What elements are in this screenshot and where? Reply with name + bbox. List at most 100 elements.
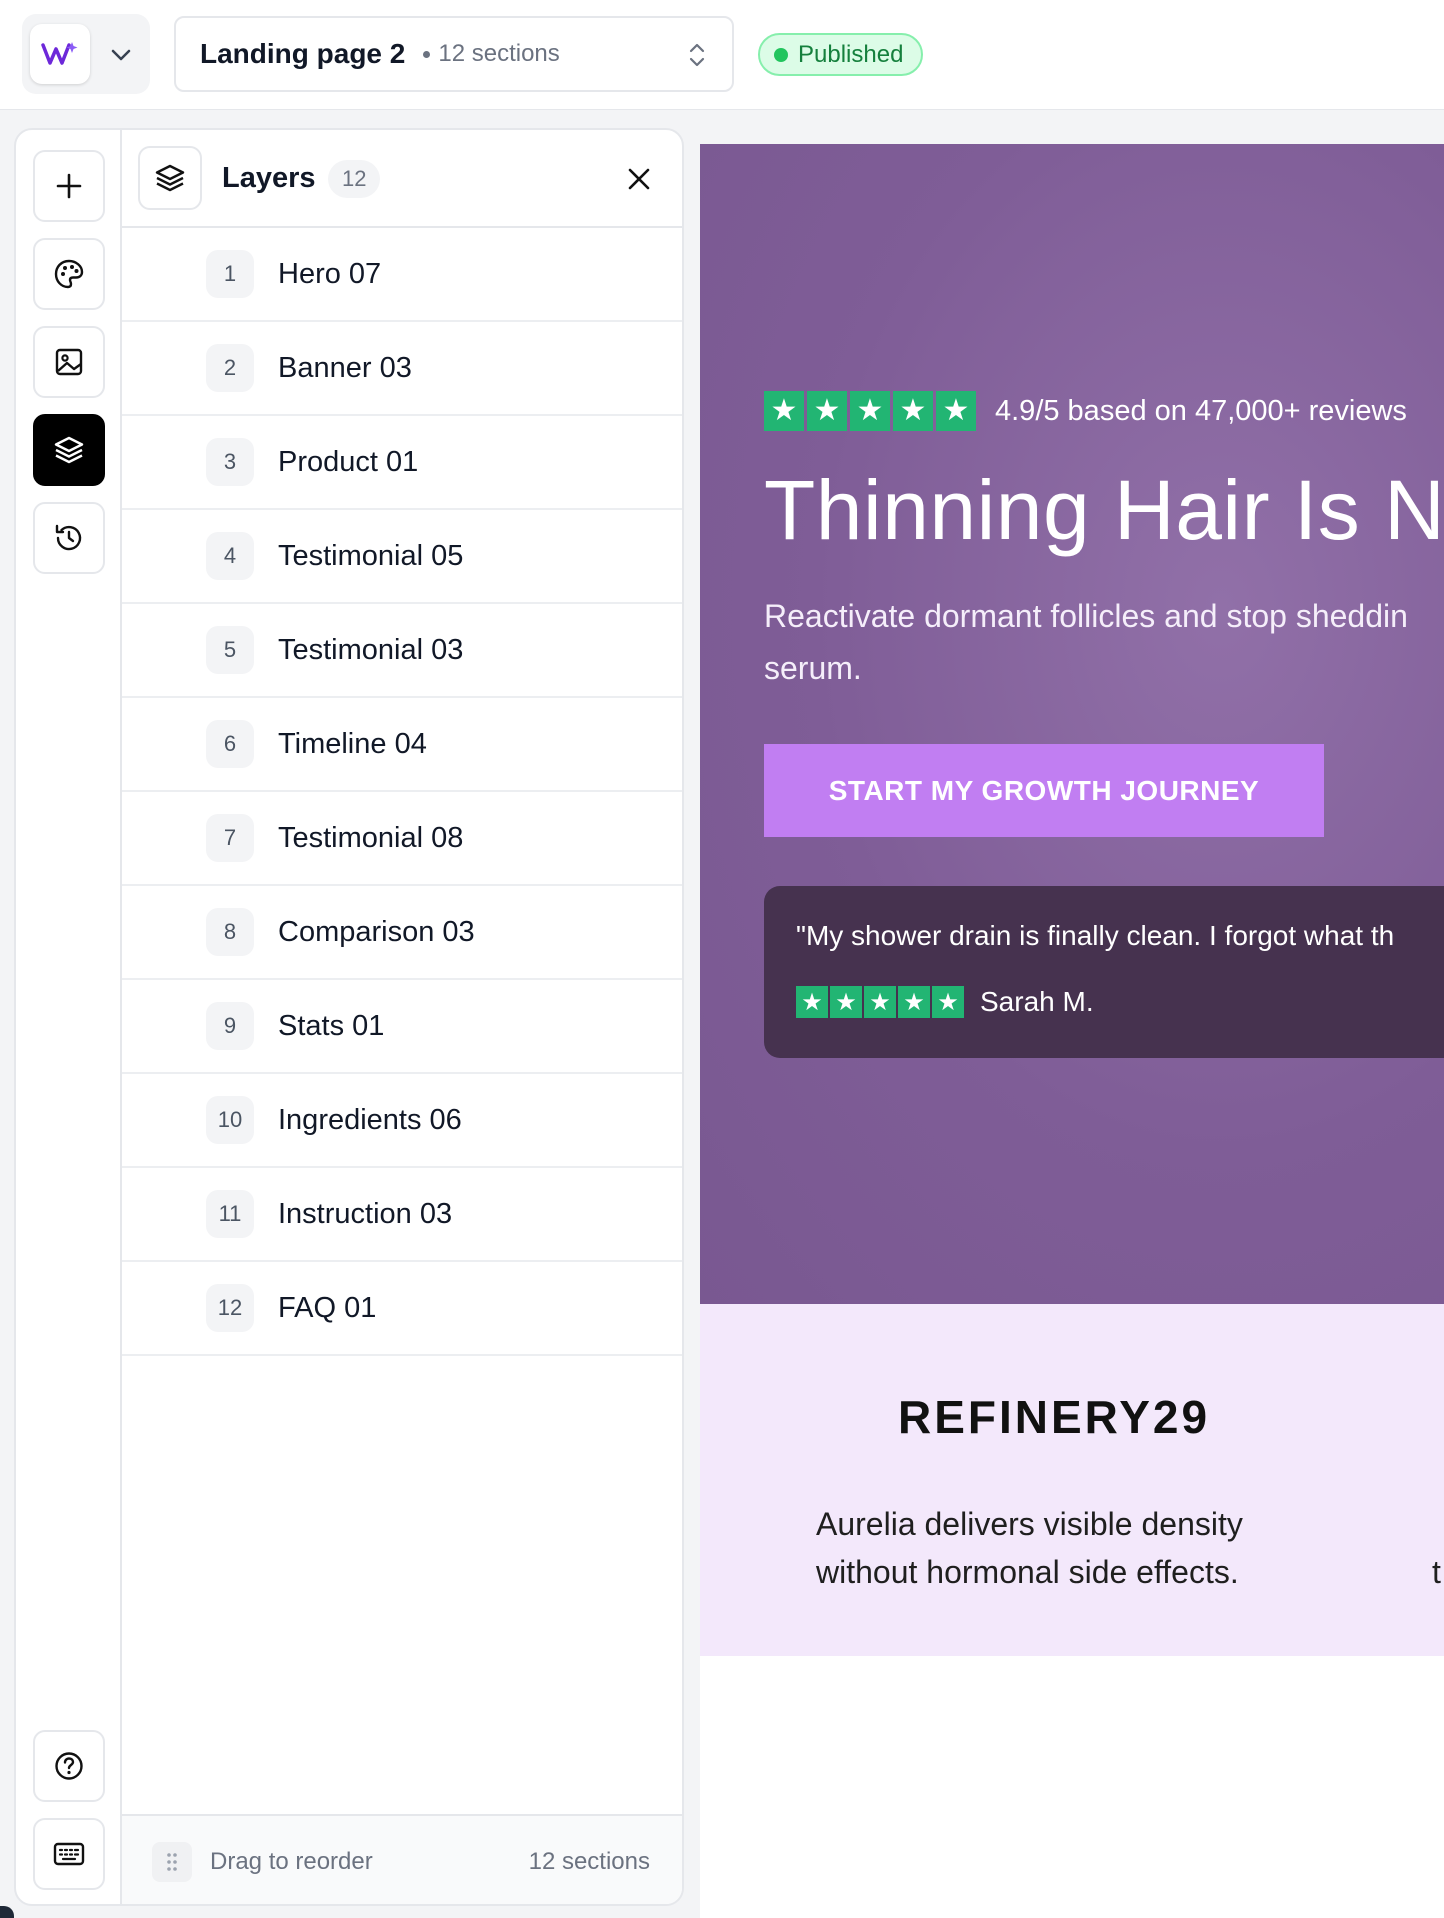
layers-header: Layers 12: [122, 130, 682, 228]
press-quote-line: without hormonal side effects.: [816, 1554, 1239, 1590]
hero-headline: Thinning Hair Is Ne: [764, 463, 1444, 557]
section-count: 12 sections: [438, 40, 560, 67]
star-icon: ★: [796, 986, 828, 1018]
help-button[interactable]: [33, 1730, 105, 1802]
hero-subheadline: Reactivate dormant follicles and stop sh…: [764, 590, 1444, 694]
history-icon: [55, 524, 82, 551]
drag-hint: Drag to reorder: [210, 1848, 373, 1875]
layer-item[interactable]: 10 Ingredients 06: [122, 1074, 682, 1168]
layer-number: 9: [206, 1002, 254, 1050]
testimonial-card: "My shower drain is finally clean. I for…: [764, 886, 1444, 1058]
theme-button[interactable]: [33, 238, 105, 310]
layer-label: Hero 07: [278, 257, 382, 290]
separator-dot: [423, 50, 431, 58]
layer-item[interactable]: 9 Stats 01: [122, 980, 682, 1074]
star-icon: ★: [764, 391, 804, 431]
page-preview-canvas[interactable]: ★ ★ ★ ★ ★ 4.9/5 based on 47,000+ reviews…: [700, 144, 1444, 1918]
layer-number: 7: [206, 814, 254, 862]
help-icon: [55, 1752, 83, 1780]
layer-item[interactable]: 8 Comparison 03: [122, 886, 682, 980]
brand-logo-icon: [41, 42, 78, 65]
keyboard-shortcuts-button[interactable]: [33, 1818, 105, 1890]
rating-text: 4.9/5 based on 47,000+ reviews: [995, 394, 1407, 427]
star-icon: ★: [932, 986, 964, 1018]
app-logo[interactable]: [30, 24, 90, 84]
testimonial-author: Sarah M.: [980, 986, 1094, 1017]
layer-number: 3: [206, 438, 254, 486]
layer-label: Stats 01: [278, 1009, 385, 1042]
layer-number: 1: [206, 250, 254, 298]
layers-count-badge: 12: [328, 160, 381, 198]
layer-label: Instruction 03: [278, 1197, 453, 1230]
layer-number: 4: [206, 532, 254, 580]
close-icon[interactable]: [622, 162, 656, 196]
layer-number: 11: [206, 1190, 254, 1238]
press-quote-fragment: t: [1432, 1554, 1441, 1590]
layer-item[interactable]: 4 Testimonial 05: [122, 510, 682, 604]
layer-number: 2: [206, 344, 254, 392]
status-badge: Published: [758, 33, 924, 76]
window-corner: [0, 1906, 14, 1918]
star-icon: ★: [830, 986, 862, 1018]
layer-item[interactable]: 2 Banner 03: [122, 322, 682, 416]
hero-subheadline-line: Reactivate dormant follicles and stop sh…: [764, 598, 1408, 634]
layer-item[interactable]: 6 Timeline 04: [122, 698, 682, 792]
layers-footer: Drag to reorder 12 sections: [122, 1814, 682, 1904]
stack-icon: [155, 164, 185, 192]
layer-number: 12: [206, 1284, 254, 1332]
tool-rail: [16, 130, 122, 1904]
testimonial-meta: ★ ★ ★ ★ ★ Sarah M.: [796, 986, 1094, 1018]
layer-label: Testimonial 05: [278, 539, 464, 572]
layer-label: Timeline 04: [278, 727, 427, 760]
add-section-button[interactable]: [33, 150, 105, 222]
editor-panel: Layers 12 1 Hero 07 2 Banner 03 3 Product 0…: [14, 128, 684, 1906]
workspace-switcher[interactable]: [22, 14, 150, 94]
press-quote-next: t: [1432, 1500, 1441, 1596]
plus-icon: [56, 173, 82, 199]
chevron-down-icon[interactable]: [106, 40, 136, 70]
layer-number: 10: [206, 1096, 254, 1144]
rating-stars: ★ ★ ★ ★ ★: [764, 391, 979, 431]
page-selector[interactable]: Landing page 2 12 sections: [174, 16, 734, 92]
star-icon: ★: [893, 391, 933, 431]
layer-label: Testimonial 08: [278, 821, 464, 854]
layer-item[interactable]: 7 Testimonial 08: [122, 792, 682, 886]
layers-icon: [54, 436, 84, 464]
cta-button[interactable]: START MY GROWTH JOURNEY: [764, 744, 1324, 837]
layer-item[interactable]: 1 Hero 07: [122, 228, 682, 322]
palette-icon: [54, 259, 84, 289]
layer-item[interactable]: 5 Testimonial 03: [122, 604, 682, 698]
press-section[interactable]: REFINERY29 Aurelia delivers visible dens…: [700, 1304, 1444, 1656]
image-icon: [55, 348, 83, 376]
hero-subheadline-line: serum.: [764, 650, 862, 686]
star-icon: ★: [850, 391, 890, 431]
layer-label: Banner 03: [278, 351, 412, 384]
star-icon: ★: [864, 986, 896, 1018]
drag-handle-icon: [152, 1842, 192, 1882]
media-button[interactable]: [33, 326, 105, 398]
layer-item[interactable]: 12 FAQ 01: [122, 1262, 682, 1356]
star-icon: ★: [898, 986, 930, 1018]
layer-label: Product 01: [278, 445, 419, 478]
layer-label: Ingredients 06: [278, 1103, 462, 1136]
layer-item[interactable]: 11 Instruction 03: [122, 1168, 682, 1262]
testimonial-quote: "My shower drain is finally clean. I for…: [796, 920, 1395, 951]
layers-button[interactable]: [33, 414, 105, 486]
history-button[interactable]: [33, 502, 105, 574]
layer-number: 6: [206, 720, 254, 768]
page-name: Landing page 2: [200, 38, 406, 69]
star-icon: ★: [807, 391, 847, 431]
layer-number: 8: [206, 908, 254, 956]
status-label: Published: [798, 40, 904, 68]
status-dot: [774, 47, 788, 62]
layer-number: 5: [206, 626, 254, 674]
hero-section[interactable]: ★ ★ ★ ★ ★ 4.9/5 based on 47,000+ reviews…: [700, 144, 1444, 1304]
press-quote: Aurelia delivers visible density without…: [816, 1500, 1316, 1596]
star-icon: ★: [936, 391, 976, 431]
layers-title: Layers: [222, 162, 316, 194]
layer-list: 1 Hero 07 2 Banner 03 3 Product 01 4 Testimo…: [122, 228, 682, 1356]
press-logo: REFINERY29: [898, 1391, 1211, 1443]
keyboard-icon: [53, 1842, 85, 1866]
layers-panel: Layers 12 1 Hero 07 2 Banner 03 3 Product 0…: [122, 130, 682, 1904]
layer-item[interactable]: 3 Product 01: [122, 416, 682, 510]
